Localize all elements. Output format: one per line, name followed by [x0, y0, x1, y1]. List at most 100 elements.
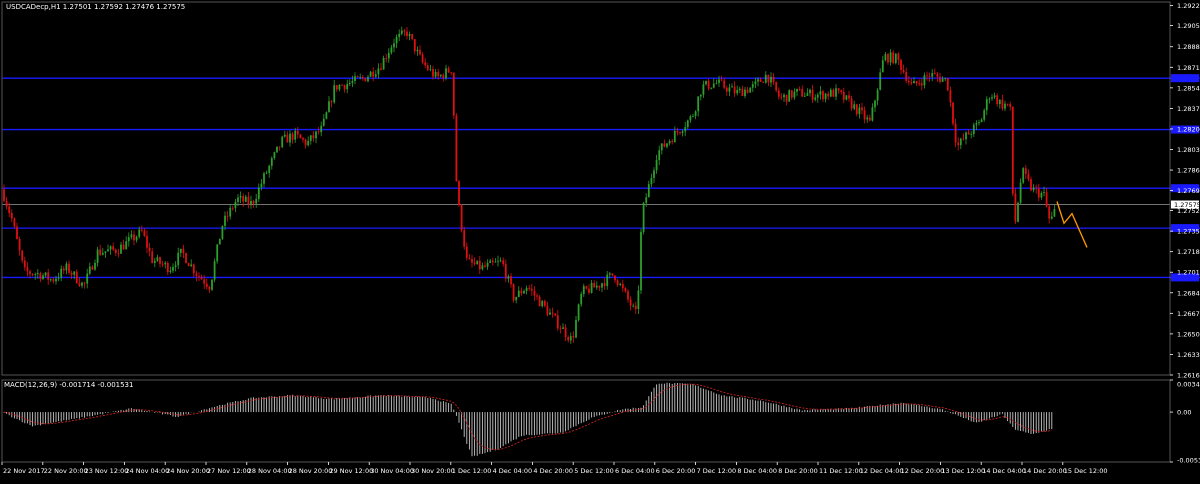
- candle-body: [44, 272, 47, 276]
- candle-body: [237, 197, 239, 202]
- candle-body: [640, 231, 642, 291]
- candle-body: [621, 283, 624, 289]
- candle-body: [99, 249, 102, 255]
- time-tick-label: 8 Dec 04:00: [737, 467, 777, 475]
- candle-body: [179, 248, 182, 253]
- candle-body: [528, 287, 531, 289]
- candle-body: [385, 57, 388, 59]
- candle-body: [767, 74, 770, 83]
- candle-body: [218, 238, 221, 245]
- price-tick-label: 1.27185: [1177, 248, 1200, 256]
- candle-body: [195, 273, 198, 276]
- candle-body: [582, 286, 585, 294]
- candle-body: [881, 60, 884, 73]
- candle-body: [91, 266, 94, 270]
- candle-body: [403, 30, 406, 32]
- candle-body: [741, 88, 744, 97]
- candle-body: [764, 74, 767, 83]
- candle-body: [845, 95, 848, 100]
- candle-body: [424, 62, 427, 66]
- candle-body: [377, 68, 380, 75]
- candle-body: [29, 271, 31, 274]
- candle-body: [892, 52, 895, 64]
- candle-body: [749, 87, 752, 93]
- candle-body: [549, 312, 551, 315]
- candle-body: [718, 79, 720, 83]
- candle-body: [601, 283, 603, 288]
- candle-body: [455, 115, 458, 182]
- candle-body: [8, 206, 11, 214]
- candle-body: [73, 271, 76, 275]
- candle-body: [434, 71, 437, 77]
- candle-body: [172, 266, 174, 271]
- candle-body: [569, 336, 572, 341]
- candle-body: [289, 133, 291, 143]
- macd-tick-label: -0.00534: [1177, 457, 1200, 465]
- candle-body: [3, 189, 5, 201]
- candle-body: [707, 80, 710, 89]
- candle-body: [1001, 99, 1004, 109]
- candle-body: [658, 150, 661, 161]
- candle-body: [679, 132, 681, 133]
- time-tick-label: 27 Nov 12:00: [207, 467, 251, 475]
- candle-body: [975, 122, 978, 125]
- candle-body: [965, 132, 967, 140]
- candle-body: [871, 107, 874, 121]
- candle-body: [754, 81, 757, 85]
- candle-body: [1053, 209, 1056, 217]
- candle-body: [250, 201, 252, 205]
- candle-body: [983, 110, 986, 120]
- candle-body: [788, 90, 791, 102]
- candle-body: [372, 71, 375, 77]
- candle-body: [174, 265, 177, 267]
- candle-body: [751, 84, 754, 88]
- candle-body: [556, 315, 559, 329]
- time-tick-label: 5 Dec 12:00: [574, 467, 614, 475]
- candle-body: [200, 276, 203, 280]
- candle-body: [164, 262, 167, 265]
- candle-body: [322, 118, 325, 126]
- candle-body: [205, 283, 208, 287]
- candle-body: [166, 262, 169, 273]
- forex-chart[interactable]: 1.29220 1.29055 1.28880 1.28710 1.28540 1.283…: [0, 0, 1200, 480]
- candle-body: [967, 132, 970, 135]
- candle-body: [634, 305, 637, 310]
- candle-body: [725, 87, 728, 92]
- candle-body: [915, 81, 918, 84]
- candle-body: [49, 279, 52, 281]
- candle-body: [283, 134, 286, 137]
- candle-body: [944, 78, 947, 79]
- price-tick-label: 1.29220: [1177, 2, 1200, 10]
- time-tick-label: 14 Dec 20:00: [1023, 467, 1067, 475]
- price-tick-label: 1.26845: [1177, 289, 1200, 297]
- candle-body: [341, 84, 343, 86]
- candle-body: [879, 72, 882, 90]
- candle-body: [10, 213, 13, 219]
- candle-body: [333, 85, 336, 103]
- candle-body: [827, 93, 830, 97]
- candle-body: [863, 110, 866, 120]
- candle-body: [146, 235, 148, 248]
- candle-body: [408, 34, 411, 36]
- price-tick-label: 1.28880: [1177, 43, 1200, 51]
- candle-body: [705, 80, 707, 85]
- price-tick-label: 1.28710: [1177, 64, 1200, 72]
- candle-body: [824, 93, 827, 100]
- candle-body: [603, 283, 606, 286]
- candle-body: [458, 181, 460, 206]
- candle-body: [309, 135, 312, 141]
- candle-body: [515, 296, 518, 301]
- candle-body: [993, 95, 996, 98]
- candle-body: [510, 276, 512, 285]
- candle-body: [686, 120, 689, 128]
- candle-body: [263, 173, 265, 184]
- candle-body: [585, 286, 588, 289]
- candle-body: [780, 96, 783, 98]
- candle-body: [541, 300, 544, 307]
- candle-body: [738, 88, 741, 91]
- macd-tick-label: 0.003431: [1177, 381, 1200, 389]
- candle-body: [790, 90, 793, 98]
- candle-body: [676, 130, 679, 133]
- candle-body: [138, 229, 141, 237]
- candle-body: [627, 291, 629, 300]
